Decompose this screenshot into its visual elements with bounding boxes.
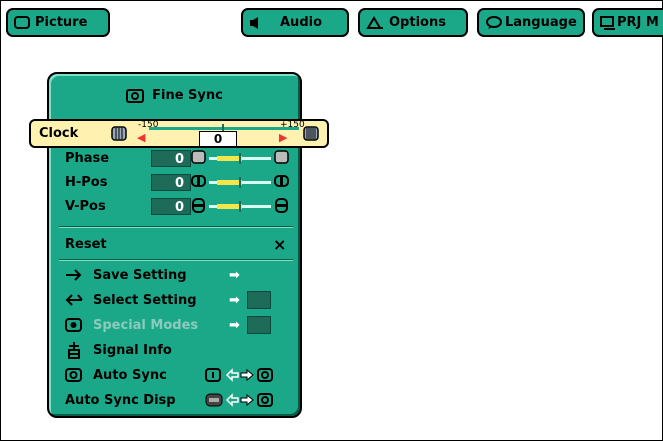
panel-title-text: Fine Sync [152, 88, 223, 103]
v-pos-down-icon [191, 198, 206, 213]
left-arrow-icon[interactable]: ◀ [137, 131, 145, 144]
reset-mark: × [273, 234, 287, 254]
h-pos-right-icon [274, 174, 289, 188]
value-field[interactable]: 0 [151, 173, 191, 191]
swap-arrows-icon[interactable] [225, 392, 255, 408]
row-label: Phase [65, 150, 110, 166]
row-label: Auto Sync [93, 367, 167, 383]
menu-item-auto-sync-disp[interactable]: Auto Sync Disp [63, 390, 285, 410]
setting-box [247, 316, 271, 334]
tab-label: Audio [280, 15, 323, 30]
h-pos-left-icon [191, 174, 206, 188]
logo-icon [205, 393, 223, 407]
phase-low-icon [191, 150, 206, 164]
speaker-icon [249, 16, 261, 30]
speech-bubble-icon [485, 15, 503, 30]
adjust-row-v-pos[interactable]: V-Pos 0 [63, 196, 288, 216]
tab-label: Picture [35, 15, 88, 30]
special-modes-icon [65, 318, 82, 332]
right-arrow-icon[interactable]: ▶ [279, 131, 287, 144]
phase-high-icon [274, 150, 289, 164]
h-pos-slider[interactable] [209, 177, 271, 188]
clock-low-icon [111, 126, 127, 141]
value-field[interactable]: 0 [151, 197, 191, 215]
clock-high-icon [303, 126, 319, 141]
row-label: Save Setting [93, 267, 187, 283]
auto-sync-icon [65, 368, 82, 382]
tab-prj[interactable]: PRJ M [592, 8, 663, 37]
clock-slider[interactable] [149, 124, 299, 133]
row-label: Select Setting [93, 292, 197, 308]
setting-box [247, 291, 271, 309]
projector-icon [600, 15, 616, 30]
clock-label: Clock [39, 126, 79, 141]
tab-label: Options [389, 15, 446, 30]
menu-item-auto-sync[interactable]: Auto Sync [63, 365, 285, 385]
divider [59, 226, 293, 228]
tab-picture[interactable]: Picture [6, 8, 110, 37]
submenu-arrow-icon: ➡ [229, 292, 240, 308]
fine-sync-icon [257, 393, 273, 407]
clock-adjust-bar[interactable]: Clock -150 +150 ◀ ▶ 0 [29, 119, 329, 148]
clock-value-field[interactable]: 0 [199, 131, 237, 147]
adjust-row-h-pos[interactable]: H-Pos 0 [63, 172, 289, 192]
row-label: V-Pos [65, 198, 106, 214]
row-label: Auto Sync Disp [65, 392, 176, 408]
tab-options[interactable]: Options [358, 8, 468, 37]
options-icon [366, 15, 384, 30]
row-label: Special Modes [93, 317, 199, 333]
toggle-off-icon [205, 368, 221, 382]
value-field[interactable]: 0 [151, 149, 191, 167]
tab-label: Language [505, 15, 577, 30]
v-pos-up-icon [274, 198, 289, 213]
screen-icon [14, 16, 30, 29]
adjust-row-phase[interactable]: Phase 0 [63, 148, 289, 168]
phase-slider[interactable] [209, 153, 271, 164]
submenu-arrow-icon: ➡ [229, 267, 240, 283]
menu-item-select-setting[interactable]: Select Setting ➡ [63, 290, 285, 310]
tab-audio[interactable]: Audio [241, 8, 349, 37]
row-label: Reset [65, 236, 107, 252]
toggle-on-icon [257, 368, 273, 382]
signal-info-icon [67, 341, 81, 359]
swap-arrows-icon[interactable] [225, 367, 255, 383]
menu-item-special-modes: Special Modes ➡ [63, 315, 285, 335]
reset-row[interactable]: Reset × [63, 234, 287, 254]
swap-arrow-icon [65, 293, 83, 307]
submenu-arrow-icon: ➡ [229, 317, 240, 333]
tab-label: PRJ M [617, 15, 659, 30]
menu-item-save-setting[interactable]: Save Setting ➡ [63, 265, 285, 285]
enter-arrow-icon [65, 268, 83, 282]
fine-sync-icon [126, 88, 145, 103]
panel-title: Fine Sync [49, 88, 300, 103]
menu-item-signal-info[interactable]: Signal Info [63, 340, 285, 360]
v-pos-slider[interactable] [209, 201, 271, 212]
row-label: Signal Info [93, 342, 172, 358]
divider [59, 259, 293, 261]
tab-language[interactable]: Language [477, 8, 585, 37]
row-label: H-Pos [65, 174, 108, 190]
